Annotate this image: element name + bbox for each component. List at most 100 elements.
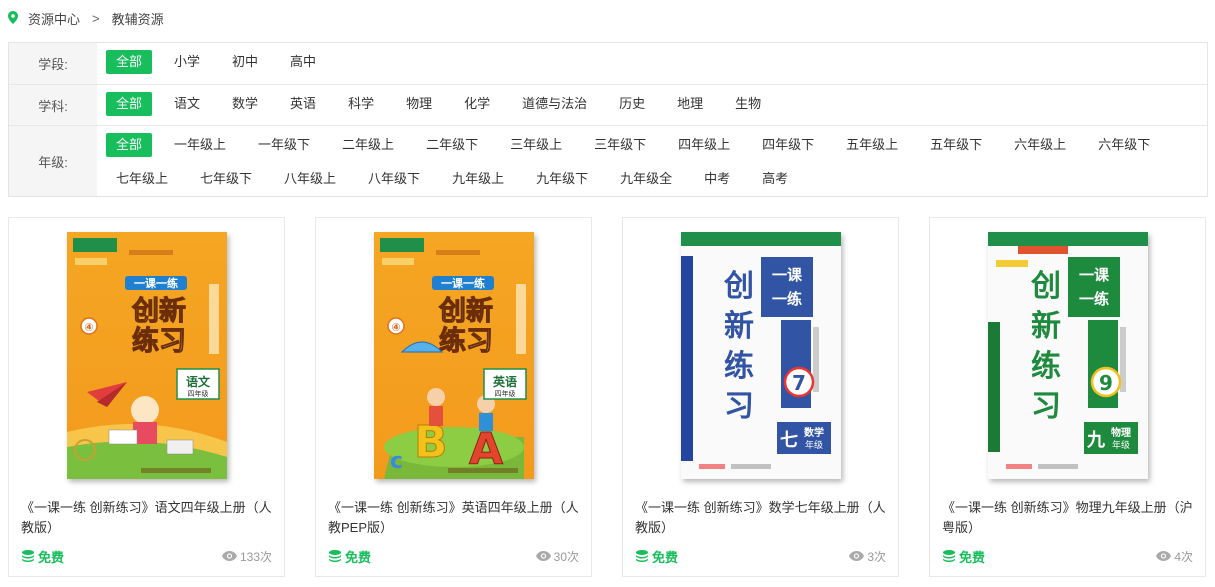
cover-grade: 年级 [1111,439,1129,451]
cover-number: 9 [1099,371,1113,395]
filter-option-subject[interactable]: 地理 [667,92,713,116]
filter-option-subject[interactable]: 道德与法治 [512,92,597,116]
cover-series-line1: 创 [1030,269,1061,304]
price-label: 免费 [959,549,986,565]
filter-option-grade[interactable]: 二年级下 [416,133,488,157]
filter-option-grade[interactable]: 七年级下 [190,167,262,191]
view-count: 3次 [849,548,886,565]
price-label: 免费 [652,549,679,565]
filter-option-grade[interactable]: 一年级上 [164,133,236,157]
filter-option-subject[interactable]: 语文 [164,92,210,116]
filter-option-grade[interactable]: 五年级下 [920,133,992,157]
breadcrumb-separator: > [92,10,100,26]
svg-text:一练: 一练 [1078,290,1108,308]
filter-option-subject[interactable]: 历史 [609,92,655,116]
filter-option-grade[interactable]: 全部 [106,133,153,157]
filter-option-subject[interactable]: 生物 [725,92,771,116]
price-label: 免费 [345,549,372,565]
filter-option-grade[interactable]: 六年级下 [1088,133,1160,157]
filter-option-subject[interactable]: 物理 [396,92,442,116]
filter-option-subject[interactable]: 化学 [454,92,500,116]
price-label: 免费 [38,549,65,565]
filter-option-subject[interactable]: 英语 [280,92,326,116]
price-badge: 免费 [328,547,371,566]
filter-option-grade[interactable]: 五年级上 [836,133,908,157]
filter-options-stage: 全部 小学 初中 高中 [97,43,338,84]
filter-option-grade[interactable]: 七年级上 [106,167,178,191]
cover-area: SHIXUE 一课 一练 创 新 练 习 7 七 数学 年级 [623,218,898,490]
filter-option-stage[interactable]: 高中 [280,50,326,74]
filter-option-subject[interactable]: 全部 [106,92,153,116]
filter-option-grade[interactable]: 中考 [694,167,740,191]
resource-card[interactable]: WULI 一课 一练 创 新 练 习 9 九 物理 年级 《一课一练 创新练习》… [929,217,1206,577]
svg-text:一课: 一课 [771,266,802,284]
book-cover-image[interactable]: SHIXUE 一课 一练 创 新 练 习 7 七 数学 年级 [680,232,841,479]
resource-card[interactable]: SHIXUE 一课 一练 创 新 练 习 7 七 数学 年级 《一课一练 创新练… [622,217,899,577]
cover-number: 7 [792,371,806,395]
coins-icon [635,549,649,563]
card-footer: 免费 3次 [635,547,886,565]
view-count-label: 133次 [239,549,272,564]
resource-title[interactable]: 《一课一练 创新练习》物理九年级上册（沪粤版） [942,498,1193,538]
filter-option-grade[interactable]: 三年级下 [584,133,656,157]
resource-card[interactable]: 一课一练 创新 练习 ④ B A c 英语 四年级 《一课一练 创新练习》英语四… [315,217,592,577]
svg-text:SHIXUE: SHIXUE [681,372,685,479]
cover-number: ④ [391,321,400,334]
filter-option-grade[interactable]: 八年级下 [358,167,430,191]
filter-option-grade[interactable]: 四年级下 [752,133,824,157]
view-count-label: 30次 [553,549,579,564]
filter-label-stage: 学段: [9,43,97,84]
resource-title[interactable]: 《一课一练 创新练习》语文四年级上册（人教版） [21,498,272,538]
location-pin-icon [8,11,20,25]
filter-panel: 学段: 全部 小学 初中 高中 学科: 全部 语文 数学 英语 科学 物理 化学 道德与法治 历史 地理… [8,42,1208,197]
cover-series-line1: 创新 [131,295,186,327]
book-cover-image[interactable]: 一课一练 创新 练习 ④ B A c 英语 四年级 [373,232,534,479]
cover-series-line1: 创新 [438,295,493,327]
svg-text:九: 九 [1086,430,1105,451]
eye-icon [535,551,551,561]
price-badge: 免费 [21,547,64,566]
filter-option-stage[interactable]: 小学 [164,50,210,74]
resource-title[interactable]: 《一课一练 创新练习》数学七年级上册（人教版） [635,498,886,538]
filter-row-grade: 年级: 全部 一年级上 一年级下 二年级上 二年级下 三年级上 三年级下 四年级上 四年级下 五年… [9,125,1207,196]
filter-label-subject: 学科: [9,85,97,125]
card-footer: 免费 30次 [328,547,579,565]
filter-option-grade[interactable]: 一年级下 [248,133,320,157]
view-count-label: 3次 [867,549,886,564]
breadcrumb-home-link[interactable]: 资源中心 [28,9,80,28]
filter-option-grade[interactable]: 九年级全 [610,167,682,191]
filter-option-grade[interactable]: 九年级下 [526,167,598,191]
filter-row-subject: 学科: 全部 语文 数学 英语 科学 物理 化学 道德与法治 历史 地理 生物 [9,84,1207,125]
svg-text:习: 习 [1031,389,1061,424]
filter-option-stage[interactable]: 初中 [222,50,268,74]
svg-text:WULI: WULI [988,372,992,475]
cover-subject: 语文 [185,374,210,389]
cover-series-line2: 练习 [132,325,186,357]
filter-option-grade[interactable]: 四年级上 [668,133,740,157]
coins-icon [328,549,342,563]
filter-option-grade[interactable]: 八年级上 [274,167,346,191]
resource-card[interactable]: 一课一练 创新 练习 ④ 语文 四年级 《一课一练 创新练习》语文四年级上册（人… [8,217,285,577]
svg-text:c: c [390,449,403,474]
filter-option-grade[interactable]: 三年级上 [500,133,572,157]
coins-icon [21,549,35,563]
filter-option-stage[interactable]: 全部 [106,50,153,74]
svg-text:一练: 一练 [771,290,801,308]
price-badge: 免费 [942,547,985,566]
filter-options-grade: 全部 一年级上 一年级下 二年级上 二年级下 三年级上 三年级下 四年级上 四年级下 五年级上 五年… [97,126,1197,196]
resource-title[interactable]: 《一课一练 创新练习》英语四年级上册（人教PEP版） [328,498,579,538]
filter-option-subject[interactable]: 科学 [338,92,384,116]
filter-option-grade[interactable]: 六年级上 [1004,133,1076,157]
filter-option-grade[interactable]: 高考 [752,167,798,191]
filter-option-grade[interactable]: 九年级上 [442,167,514,191]
coins-icon [942,549,956,563]
cover-series-line1: 创 [723,269,754,304]
breadcrumb-current: 教辅资源 [111,11,164,27]
svg-text:七: 七 [780,430,798,451]
eye-icon [1156,551,1172,561]
filter-option-grade[interactable]: 二年级上 [332,133,404,157]
book-cover-image[interactable]: WULI 一课 一练 创 新 练 习 9 九 物理 年级 [987,232,1148,479]
filter-option-subject[interactable]: 数学 [222,92,268,116]
book-cover-image[interactable]: 一课一练 创新 练习 ④ 语文 四年级 [66,232,227,479]
cover-number: ④ [84,321,93,334]
